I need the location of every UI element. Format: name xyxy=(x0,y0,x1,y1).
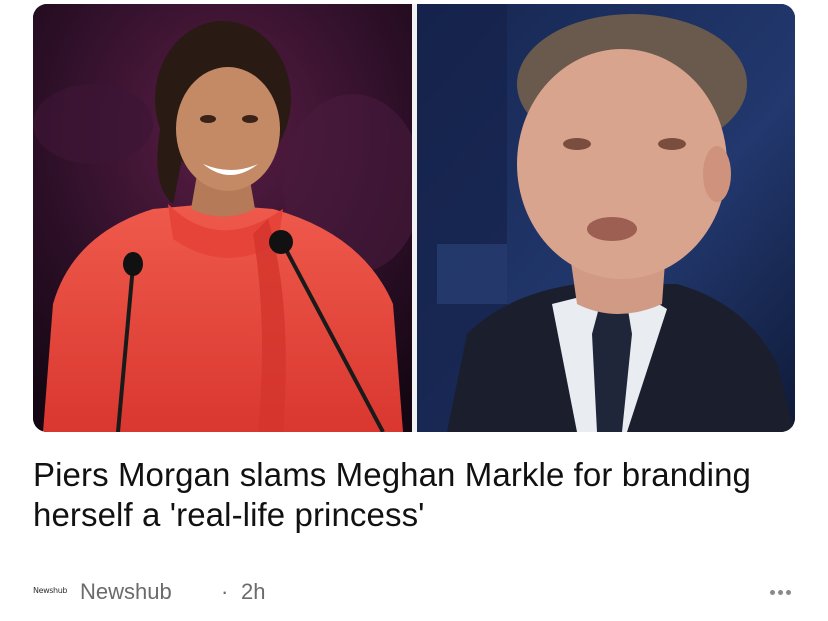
photo-meghan-markle xyxy=(33,4,412,432)
more-horizontal-icon xyxy=(769,589,775,595)
source-name[interactable]: Newshub xyxy=(80,579,172,605)
photo-piers-morgan xyxy=(417,4,795,432)
meta-separator: · xyxy=(221,579,229,604)
more-horizontal-icon xyxy=(777,589,783,595)
news-card[interactable]: Piers Morgan slams Meghan Markle for bra… xyxy=(0,0,828,621)
article-meta: Newshub Newshub · 2h xyxy=(33,578,795,606)
source-logo: Newshub xyxy=(33,586,68,595)
more-options-button[interactable] xyxy=(765,580,795,604)
headline[interactable]: Piers Morgan slams Meghan Markle for bra… xyxy=(33,455,803,535)
article-image[interactable] xyxy=(33,4,795,432)
more-horizontal-icon xyxy=(785,589,791,595)
publish-time: 2h xyxy=(241,579,266,604)
